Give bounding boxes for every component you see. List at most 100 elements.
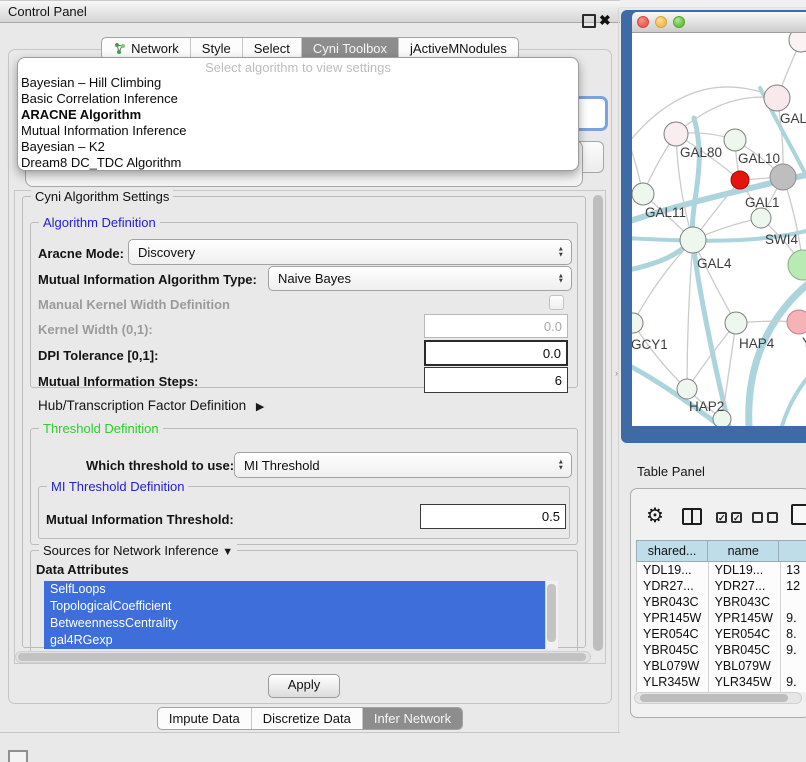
aracne-mode-label: Aracne Mode: — [38, 246, 124, 261]
mi-steps-field[interactable]: 6 — [424, 367, 568, 393]
table-panel-title: Table Panel — [637, 464, 705, 479]
which-threshold-combobox[interactable]: MI Threshold ▲▼ — [234, 452, 572, 478]
sources-group-title[interactable]: Sources for Network Inference ▼ — [39, 543, 237, 558]
columns-icon[interactable] — [682, 508, 702, 525]
network-node-hap2[interactable] — [677, 379, 697, 399]
network-node-swi4[interactable] — [751, 208, 771, 228]
mi-algorithm-type-combobox[interactable]: Naive Bayes ▲▼ — [268, 266, 572, 291]
node-label: GAL4 — [697, 256, 732, 271]
application-screen: Control Panel ✖ Network Style Select Cyn… — [0, 0, 806, 762]
network-node-gray[interactable] — [770, 164, 796, 190]
tab-network[interactable]: Network — [102, 38, 190, 59]
table-body: YDL19...YDL19...13 YDR27...YDR27...12 YB… — [636, 562, 806, 692]
network-node-gal80[interactable] — [664, 122, 688, 146]
node-label: Y — [802, 335, 806, 350]
mi-threshold-field[interactable]: 0.5 — [420, 504, 566, 529]
network-canvas[interactable]: GAL GAL80 GAL10 GAL1 GAL11 SWI4 GAL4 GCY… — [632, 33, 806, 426]
unchecked-checkbox-icon[interactable] — [767, 512, 778, 523]
combobox-arrows-icon: ▲▼ — [558, 247, 564, 258]
checked-checkbox-icon[interactable]: ✓ — [731, 512, 742, 523]
column-header[interactable]: shared... — [637, 541, 708, 561]
tab-style[interactable]: Style — [190, 38, 242, 59]
dropdown-placeholder: Select algorithm to view settings — [18, 60, 578, 75]
node-label: HAP2 — [689, 399, 724, 414]
mi-algorithm-type-label: Mutual Information Algorithm Type: — [38, 272, 257, 287]
node-label: GAL11 — [645, 205, 686, 220]
list-item[interactable]: BetweennessCentrality — [44, 615, 558, 632]
aracne-mode-combobox[interactable]: Discovery ▲▼ — [128, 239, 572, 265]
node-label: GCY1 — [632, 337, 668, 352]
list-item[interactable]: TopologicalCoefficient — [44, 598, 558, 615]
tab-jactivemnodules[interactable]: jActiveMNodules — [398, 38, 518, 59]
cyni-algorithm-settings-title: Cyni Algorithm Settings — [31, 189, 173, 204]
dpi-tolerance-field[interactable]: 0.0 — [424, 340, 568, 366]
dropdown-item[interactable]: Bayesian – K2 — [18, 139, 578, 155]
mi-algorithm-type-value: Naive Bayes — [278, 271, 351, 286]
tab-infer-network[interactable]: Infer Network — [362, 708, 462, 729]
document-icon[interactable] — [791, 504, 806, 525]
mi-threshold-label: Mutual Information Threshold: — [46, 512, 234, 527]
threshold-definition-title: Threshold Definition — [39, 421, 163, 436]
network-node[interactable] — [789, 33, 806, 52]
network-node-hap4[interactable] — [725, 312, 747, 334]
network-node-gcy1[interactable] — [632, 313, 643, 333]
tab-select[interactable]: Select — [242, 38, 301, 59]
kernel-width-field[interactable]: 0.0 — [424, 314, 568, 338]
control-panel-titlebar: Control Panel ✖ — [0, 0, 620, 23]
apply-button[interactable]: Apply — [268, 674, 340, 698]
algorithm-definition-title: Algorithm Definition — [39, 215, 160, 230]
dropdown-item[interactable]: Mutual Information Inference — [18, 123, 578, 139]
dropdown-item[interactable]: Basic Correlation Inference — [18, 91, 578, 107]
algorithm-dropdown-popup: Select algorithm to view settings Bayesi… — [17, 57, 579, 171]
network-node-gal4[interactable] — [680, 227, 706, 253]
attributes-list-scrollbar-thumb[interactable] — [547, 584, 556, 642]
tab-impute-data[interactable]: Impute Data — [158, 708, 251, 729]
close-traffic-light-icon[interactable] — [637, 16, 649, 28]
table-horizontal-scrollbar-thumb[interactable] — [640, 694, 788, 702]
node-attribute-table: shared... name YDL19...YDL19...13 YDR27.… — [636, 540, 806, 692]
manual-kernel-width-label: Manual Kernel Width Definition — [38, 297, 230, 312]
manual-kernel-width-checkbox[interactable] — [549, 295, 564, 310]
list-item[interactable]: SelfLoops — [44, 581, 558, 598]
network-window-titlebar[interactable] — [632, 12, 806, 33]
network-node[interactable] — [764, 85, 790, 111]
network-node-gal10[interactable] — [724, 129, 746, 151]
minimized-panel-icon[interactable] — [8, 750, 28, 762]
combobox-arrows-icon: ▲▼ — [558, 273, 564, 284]
float-window-icon[interactable] — [582, 14, 596, 28]
column-header[interactable] — [779, 541, 806, 561]
dropdown-item-selected[interactable]: ARACNE Algorithm — [18, 107, 578, 123]
tab-cyni-toolbox[interactable]: Cyni Toolbox — [301, 38, 398, 59]
network-node-gal11[interactable] — [632, 183, 654, 205]
which-threshold-value: MI Threshold — [244, 458, 320, 473]
network-node-pink[interactable] — [787, 310, 806, 334]
checked-checkbox-icon[interactable]: ✓ — [716, 512, 727, 523]
node-label: GAL80 — [680, 145, 722, 160]
dropdown-item[interactable]: Bayesian – Hill Climbing — [18, 75, 578, 91]
settings-vertical-scrollbar[interactable] — [593, 195, 603, 651]
cyni-bottom-tabbar: Impute Data Discretize Data Infer Networ… — [0, 707, 620, 730]
data-attributes-list: SelfLoops TopologicalCoefficient Between… — [44, 581, 558, 649]
dropdown-item[interactable]: Dream8 DC_TDC Algorithm — [18, 155, 578, 171]
list-item[interactable]: gal4RGexp — [44, 632, 558, 649]
network-node-selected-red[interactable] — [731, 171, 749, 189]
node-label: GAL1 — [745, 195, 780, 210]
unchecked-checkbox-icon[interactable] — [752, 512, 763, 523]
gear-icon[interactable]: ⚙ — [646, 504, 664, 528]
column-header[interactable]: name — [708, 541, 779, 561]
expander-expanded-icon: ▼ — [222, 546, 233, 558]
network-graph: GAL GAL80 GAL10 GAL1 GAL11 SWI4 GAL4 GCY… — [632, 33, 806, 426]
network-node-green[interactable] — [788, 250, 806, 280]
close-icon[interactable]: ✖ — [599, 10, 611, 30]
tab-discretize-data[interactable]: Discretize Data — [251, 708, 362, 729]
node-label: GAL10 — [738, 151, 780, 166]
hub-definition-expander[interactable]: Hub/Transcription Factor Definition ▶ — [38, 398, 264, 413]
panel-splitter-handle[interactable]: › — [615, 369, 620, 378]
minimize-traffic-light-icon[interactable] — [655, 16, 667, 28]
which-threshold-label: Which threshold to use: — [86, 458, 234, 473]
dpi-tolerance-label: DPI Tolerance [0,1]: — [38, 348, 158, 363]
settings-horizontal-scrollbar-thumb[interactable] — [18, 653, 586, 661]
control-panel-title: Control Panel — [8, 1, 87, 23]
network-view-window: GAL GAL80 GAL10 GAL1 GAL11 SWI4 GAL4 GCY… — [621, 10, 806, 443]
zoom-traffic-light-icon[interactable] — [673, 16, 685, 28]
